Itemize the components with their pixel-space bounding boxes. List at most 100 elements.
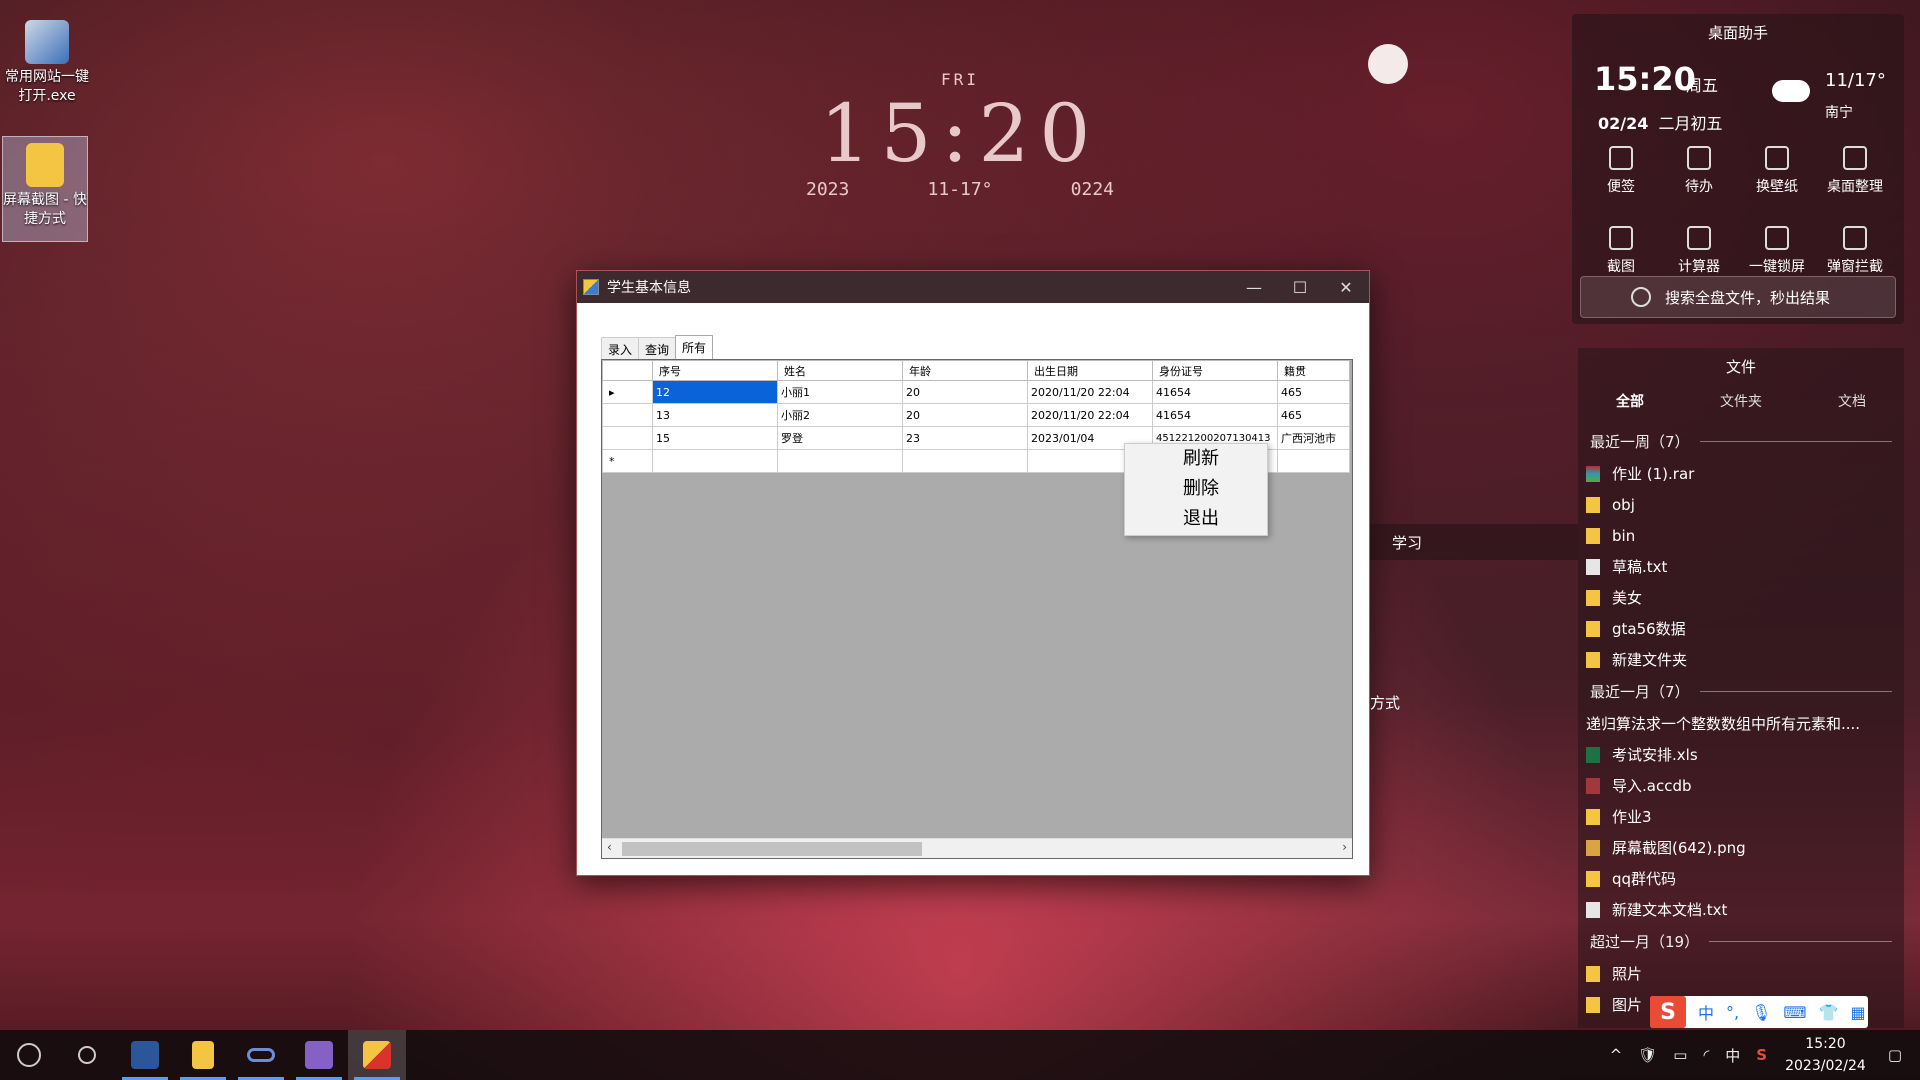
table-cell[interactable]: 41654	[1152, 380, 1278, 404]
horizontal-scrollbar[interactable]: ‹ ›	[602, 838, 1352, 858]
tool-desktop-organize[interactable]: 桌面整理	[1816, 138, 1894, 196]
tool-popup-block[interactable]: 弹窗拦截	[1816, 218, 1894, 276]
column-header[interactable]: 籍贯	[1277, 360, 1350, 381]
table-cell[interactable]: 2020/11/20 22:04	[1027, 403, 1153, 427]
row-selector[interactable]: *	[602, 449, 653, 473]
notification-icon[interactable]: ▢	[1888, 1046, 1902, 1064]
wifi-icon[interactable]: ◜	[1703, 1046, 1709, 1064]
file-name: 图片	[1612, 996, 1643, 1014]
file-item[interactable]: 递归算法求一个整数数组中所有元素和....	[1578, 708, 1904, 739]
column-header[interactable]: 出生日期	[1027, 360, 1153, 381]
file-item[interactable]: 作业 (1).rar	[1578, 458, 1904, 489]
files-tab-docs[interactable]: 文档	[1838, 391, 1866, 411]
table-cell[interactable]: 15	[652, 426, 778, 450]
desktop-icon-screenshots[interactable]: 屏幕截图 - 快捷方式	[2, 136, 88, 242]
toolbox-icon[interactable]: ▦	[1850, 1003, 1865, 1022]
table-cell[interactable]: 小丽2	[777, 403, 903, 427]
keyboard-icon[interactable]: ⌨	[1783, 1003, 1806, 1022]
menu-item-exit[interactable]: 退出	[1125, 504, 1267, 534]
table-cell[interactable]: 2020/11/20 22:04	[1027, 380, 1153, 404]
table-cell[interactable]: 12	[652, 380, 778, 404]
skin-icon[interactable]: 👕	[1819, 1003, 1839, 1022]
file-item[interactable]: obj	[1578, 489, 1904, 520]
table-cell[interactable]: 465	[1277, 403, 1350, 427]
close-button[interactable]: ✕	[1323, 271, 1369, 303]
table-cell[interactable]: 13	[652, 403, 778, 427]
security-icon[interactable]: 🛡	[1638, 1046, 1657, 1064]
table-cell[interactable]: 41654	[1152, 403, 1278, 427]
tool-screenshot[interactable]: 截图	[1582, 218, 1660, 276]
winforms-app-button[interactable]	[348, 1030, 406, 1080]
tool-wallpaper[interactable]: 换壁纸	[1738, 138, 1816, 196]
folder-icon	[1586, 620, 1600, 637]
word-button[interactable]	[116, 1030, 174, 1080]
file-item[interactable]: 新建文本文档.txt	[1578, 894, 1904, 925]
scroll-right-icon[interactable]: ›	[1342, 840, 1347, 854]
file-item[interactable]: 美女	[1578, 582, 1904, 613]
table-cell[interactable]: 广西河池市	[1277, 426, 1350, 450]
table-cell[interactable]: 20	[902, 380, 1028, 404]
row-selector[interactable]	[602, 403, 653, 427]
file-item[interactable]: 考试安排.xls	[1578, 739, 1904, 770]
table-cell[interactable]	[777, 449, 903, 473]
sogou-logo-icon[interactable]: S	[1650, 996, 1686, 1028]
table-row[interactable]: ▸ 12 小丽1 20 2020/11/20 22:04 41654 465	[602, 380, 1350, 404]
file-item[interactable]: 作业3	[1578, 801, 1904, 832]
maximize-button[interactable]: ☐	[1277, 271, 1323, 303]
taskbar-clock[interactable]: 15:20 2023/02/24	[1785, 1033, 1866, 1077]
ime-punct[interactable]: °,	[1726, 1003, 1739, 1022]
start-button[interactable]	[0, 1030, 58, 1080]
file-item[interactable]: bin	[1578, 520, 1904, 551]
file-item[interactable]: gta56数据	[1578, 613, 1904, 644]
files-tab-folders[interactable]: 文件夹	[1720, 391, 1762, 411]
visual-studio-button[interactable]	[290, 1030, 348, 1080]
column-header[interactable]: 身份证号	[1152, 360, 1278, 381]
title-bar[interactable]: 学生基本信息 — ☐ ✕	[577, 271, 1369, 303]
column-header[interactable]: 年龄	[902, 360, 1028, 381]
file-item[interactable]: 屏幕截图(642).png	[1578, 832, 1904, 863]
column-header[interactable]: 序号	[652, 360, 778, 381]
table-cell[interactable]	[902, 449, 1028, 473]
files-tab-all[interactable]: 全部	[1616, 391, 1644, 411]
table-row[interactable]: 13 小丽2 20 2020/11/20 22:04 41654 465	[602, 403, 1350, 427]
input-language[interactable]: 中	[1725, 1045, 1740, 1066]
file-item[interactable]: 照片	[1578, 958, 1904, 989]
tool-notes[interactable]: 便签	[1582, 138, 1660, 196]
minimize-button[interactable]: —	[1231, 271, 1277, 303]
row-selector[interactable]	[602, 426, 653, 450]
menu-item-refresh[interactable]: 刷新	[1125, 444, 1267, 474]
cat-widget-icon[interactable]	[1368, 44, 1408, 84]
tool-calculator[interactable]: 计算器	[1660, 218, 1738, 276]
search-button[interactable]	[58, 1030, 116, 1080]
assistant-search[interactable]: 搜索全盘文件，秒出结果	[1580, 276, 1896, 318]
table-cell[interactable]	[1277, 449, 1350, 473]
sogou-tray-icon[interactable]: S	[1756, 1046, 1767, 1064]
data-grid[interactable]: 序号 姓名 年龄 出生日期 身份证号 籍贯 ▸ 12 小丽1 20 2020/1	[601, 359, 1353, 859]
battery-icon[interactable]: ▭	[1673, 1046, 1687, 1064]
menu-item-delete[interactable]: 删除	[1125, 474, 1267, 504]
file-item[interactable]: 草稿.txt	[1578, 551, 1904, 582]
table-cell[interactable]: 23	[902, 426, 1028, 450]
tool-todo[interactable]: 待办	[1660, 138, 1738, 196]
column-header[interactable]: 姓名	[777, 360, 903, 381]
ime-toolbar[interactable]: S 中 °, 🎙 ⌨ 👕 ▦	[1650, 996, 1868, 1028]
row-selector[interactable]: ▸	[602, 380, 653, 404]
desktop-icon-website-opener[interactable]: 常用网站一键打开.exe	[4, 14, 90, 106]
file-item[interactable]: 新建文件夹	[1578, 644, 1904, 675]
scroll-left-icon[interactable]: ‹	[607, 840, 612, 854]
explorer-button[interactable]	[174, 1030, 232, 1080]
tray-chevron-icon[interactable]: ^	[1610, 1046, 1623, 1064]
table-cell[interactable]: 20	[902, 403, 1028, 427]
table-cell[interactable]: 罗登	[777, 426, 903, 450]
tool-lock-screen[interactable]: 一键锁屏	[1738, 218, 1816, 276]
table-cell[interactable]: 小丽1	[777, 380, 903, 404]
file-item[interactable]: qq群代码	[1578, 863, 1904, 894]
ime-mode[interactable]: 中	[1698, 1000, 1714, 1024]
infinity-app-button[interactable]	[232, 1030, 290, 1080]
table-cell[interactable]: 465	[1277, 380, 1350, 404]
table-cell[interactable]	[652, 449, 778, 473]
tab-all[interactable]: 所有	[675, 335, 714, 360]
file-item[interactable]: 导入.accdb	[1578, 770, 1904, 801]
microphone-icon[interactable]: 🎙	[1751, 1003, 1771, 1022]
scrollbar-thumb[interactable]	[622, 842, 922, 856]
